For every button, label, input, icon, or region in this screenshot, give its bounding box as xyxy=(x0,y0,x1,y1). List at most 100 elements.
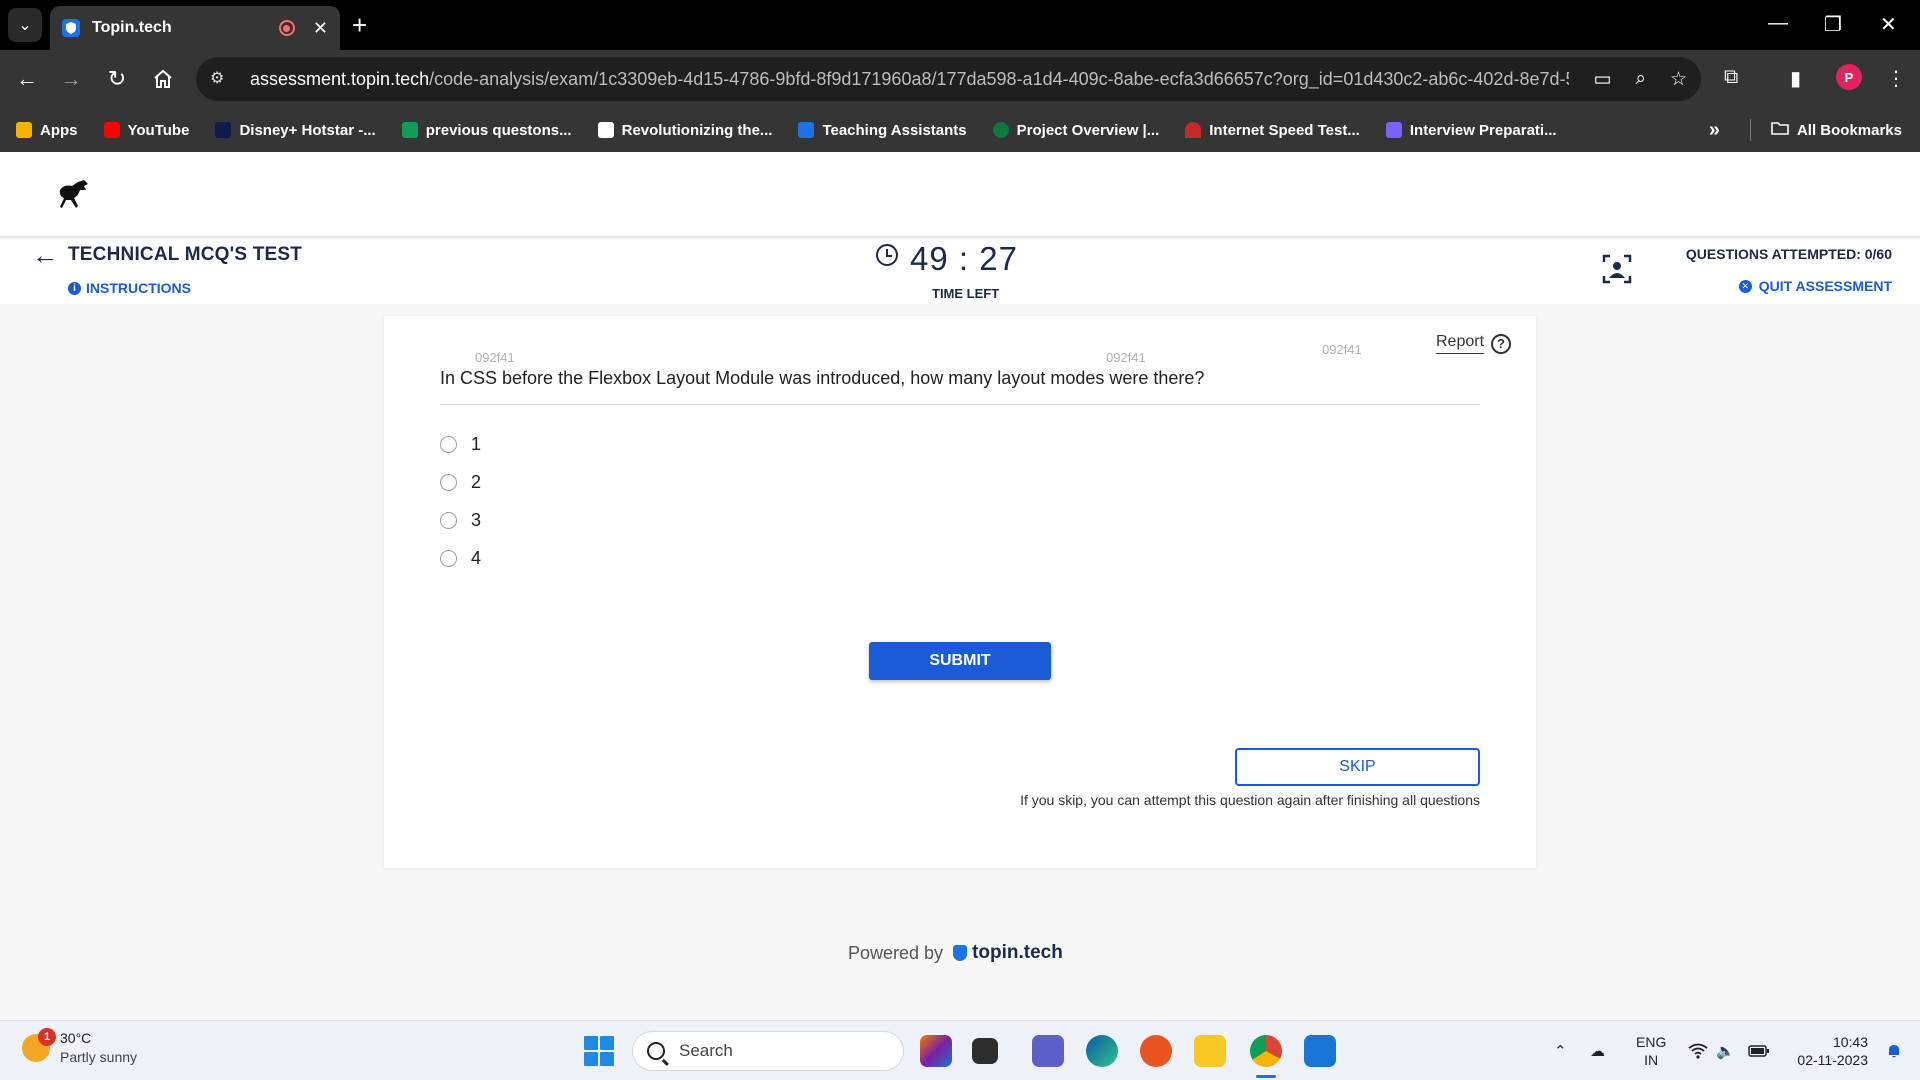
option-label: 1 xyxy=(471,434,482,454)
windows-start-icon[interactable] xyxy=(584,1036,614,1066)
bookmarks-bar: Apps YouTube Disney+ Hotstar -... previo… xyxy=(0,108,1920,152)
store-icon[interactable] xyxy=(1304,1035,1336,1067)
taskbar-search[interactable]: Search xyxy=(632,1031,904,1071)
question-card: 092f41 092f41 092f41 Report ? In CSS bef… xyxy=(384,316,1536,868)
radio-button[interactable] xyxy=(440,436,457,453)
chevron-down-icon: ⌄ xyxy=(18,17,32,34)
option-3[interactable]: 3 xyxy=(440,510,481,531)
apps-grid-icon xyxy=(16,122,32,138)
bookmark-previous-questions[interactable]: previous questons... xyxy=(401,122,572,139)
address-bar[interactable]: ⚙ assessment.topin.tech/code-analysis/ex… xyxy=(196,57,1701,101)
bookmark-interview-prep[interactable]: Interview Preparati... xyxy=(1385,122,1557,139)
bookmark-revolutionizing[interactable]: Revolutionizing the... xyxy=(597,122,772,139)
volume-icon[interactable]: 🔈 xyxy=(1716,1021,1735,1080)
radio-button[interactable] xyxy=(440,550,457,567)
notification-bell-icon[interactable] xyxy=(1886,1043,1902,1059)
weather-widget[interactable]: 1 30°C Partly sunny xyxy=(22,1028,137,1067)
sheets-icon xyxy=(401,122,418,138)
all-bookmarks[interactable]: All Bookmarks xyxy=(1797,122,1902,139)
search-icon xyxy=(647,1042,665,1060)
camera-icon[interactable]: ▭ xyxy=(1593,68,1611,91)
file-explorer-icon[interactable] xyxy=(1194,1035,1226,1067)
timer: 49 : 27 xyxy=(876,240,1018,278)
zoom-icon[interactable]: ⌕ xyxy=(1635,68,1646,90)
wifi-icon[interactable] xyxy=(1688,1021,1708,1080)
option-4[interactable]: 4 xyxy=(440,548,481,569)
powered-by-label: Powered by xyxy=(848,942,944,963)
option-1[interactable]: 1 xyxy=(440,434,481,455)
radio-button[interactable] xyxy=(440,512,457,529)
shield-logo-icon xyxy=(953,945,968,961)
option-2[interactable]: 2 xyxy=(440,472,481,493)
bookmark-project-overview[interactable]: Project Overview |... xyxy=(992,122,1159,139)
tray-overflow-icon[interactable]: ⌃ xyxy=(1554,1021,1567,1080)
option-label: 3 xyxy=(471,510,482,530)
task-view-icon[interactable] xyxy=(972,1038,998,1064)
bookmark-apps[interactable]: Apps xyxy=(16,122,78,139)
tab-close-icon[interactable]: ✕ xyxy=(313,18,328,39)
onedrive-icon[interactable]: ☁ xyxy=(1590,1021,1605,1080)
more-bookmarks-icon[interactable]: » xyxy=(1709,119,1720,142)
url-text[interactable]: assessment.topin.tech/code-analysis/exam… xyxy=(250,69,1569,90)
option-label: 4 xyxy=(471,548,482,568)
skip-note: If you skip, you can attempt this questi… xyxy=(1020,792,1480,808)
notification-badge: 1 xyxy=(38,1028,56,1046)
option-label: 2 xyxy=(471,472,482,492)
clock-icon xyxy=(876,244,898,266)
question-divider xyxy=(440,404,1480,405)
back-arrow-icon[interactable]: ← xyxy=(32,240,58,271)
skip-button[interactable]: SKIP xyxy=(1235,748,1480,786)
system-clock[interactable]: 10:43 02-11-2023 xyxy=(1797,1033,1868,1069)
questions-attempted: QUESTIONS ATTEMPTED: 0/60 xyxy=(1685,246,1892,262)
edge-icon[interactable] xyxy=(1086,1035,1118,1067)
extensions-icon[interactable]: ⧉ xyxy=(1724,66,1738,89)
chrome-icon[interactable] xyxy=(1250,1035,1282,1067)
bookmark-teaching-assistants[interactable]: Teaching Assistants xyxy=(798,122,967,139)
speedometer-icon xyxy=(1185,122,1202,138)
ubuntu-icon[interactable] xyxy=(1140,1035,1172,1067)
side-panel-icon[interactable]: ▮ xyxy=(1790,66,1801,91)
quit-assessment-link[interactable]: ✕ QUIT ASSESSMENT xyxy=(1738,278,1892,294)
submit-button[interactable]: SUBMIT xyxy=(869,642,1051,680)
reload-icon[interactable]: ↻ xyxy=(102,64,132,94)
chart-icon xyxy=(798,122,815,138)
radio-button[interactable] xyxy=(440,474,457,491)
leaf-icon xyxy=(992,122,1009,138)
bookmark-star-icon[interactable]: ☆ xyxy=(1670,68,1687,91)
forward-icon[interactable]: → xyxy=(56,64,86,94)
browser-tab-active[interactable]: Topin.tech ✕ xyxy=(50,6,340,50)
instructions-link[interactable]: i INSTRUCTIONS xyxy=(68,280,191,296)
more-menu-icon[interactable]: ⋮ xyxy=(1886,66,1906,91)
powered-by: Powered by topin.tech xyxy=(848,942,1063,964)
window-close-icon[interactable]: ✕ xyxy=(1880,12,1897,37)
profile-avatar[interactable]: P xyxy=(1836,64,1862,90)
home-icon[interactable] xyxy=(148,64,178,94)
report-label: Report xyxy=(1436,333,1485,354)
tab-search-button[interactable]: ⌄ xyxy=(8,8,42,42)
os-taskbar: 1 30°C Partly sunny Search ⌃ ☁ ENG IN 🔈 … xyxy=(0,1020,1920,1080)
teams-icon[interactable] xyxy=(1032,1035,1064,1067)
watermark: 092f41 xyxy=(1106,350,1146,365)
report-button[interactable]: Report ? xyxy=(1436,333,1512,354)
tab-title: Topin.tech xyxy=(92,19,172,36)
copilot-icon[interactable] xyxy=(920,1035,952,1067)
folder-icon xyxy=(1771,121,1789,139)
battery-icon[interactable] xyxy=(1748,1021,1770,1080)
topin-brand[interactable]: topin.tech xyxy=(953,942,1063,964)
browser-tab-bar: ⌄ Topin.tech ✕ + — ❐ ✕ xyxy=(0,0,1920,50)
back-icon[interactable]: ← xyxy=(12,64,42,94)
bookmarks-right: » All Bookmarks xyxy=(1709,108,1902,152)
restore-icon[interactable]: ❐ xyxy=(1824,12,1842,37)
watermark: 092f41 xyxy=(475,350,515,365)
site-info-icon[interactable]: ⚙ xyxy=(210,68,232,90)
new-tab-button[interactable]: + xyxy=(352,10,367,41)
minimize-icon[interactable]: — xyxy=(1768,12,1788,35)
browser-toolbar: ← → ↻ ⚙ assessment.topin.tech/code-analy… xyxy=(0,50,1920,108)
bookmark-speed-test[interactable]: Internet Speed Test... xyxy=(1185,122,1360,139)
horse-logo-icon xyxy=(59,180,88,208)
bookmark-hotstar[interactable]: Disney+ Hotstar -... xyxy=(215,122,376,139)
language-indicator[interactable]: ENG IN xyxy=(1636,1033,1666,1069)
search-placeholder: Search xyxy=(679,1041,733,1060)
bookmark-youtube[interactable]: YouTube xyxy=(103,122,189,139)
help-icon: ? xyxy=(1491,333,1512,354)
